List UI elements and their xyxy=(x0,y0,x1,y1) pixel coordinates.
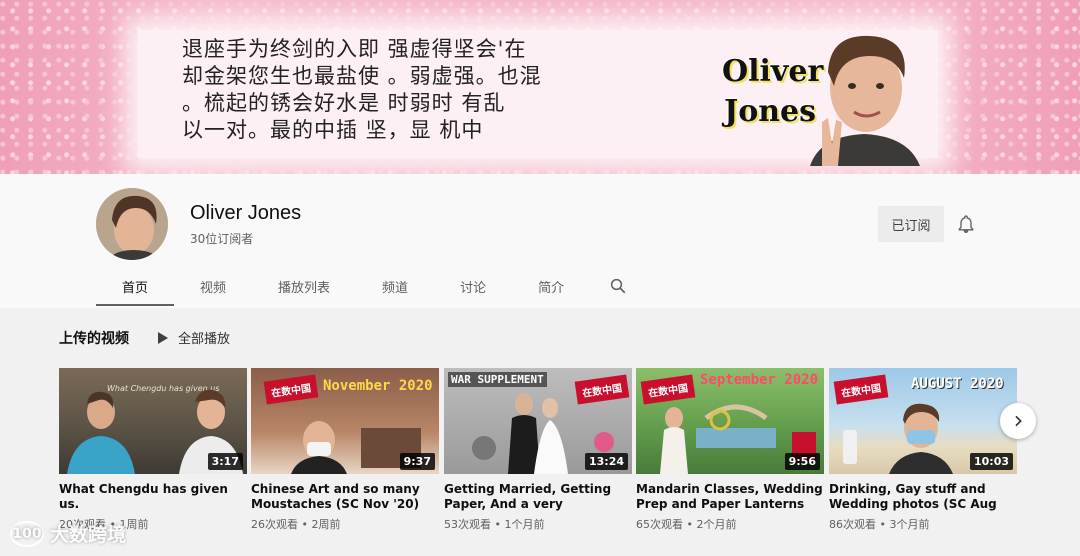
video-meta: 86次观看 • 3个月前 xyxy=(829,516,1017,532)
upload-age: 2个月前 xyxy=(696,518,737,531)
banner-text-line: 却金架您生也最盐使 。弱虚强。也混 xyxy=(182,64,542,88)
video-thumbnail[interactable]: 在数中国 AUGUST 2020 10:03 xyxy=(829,368,1017,474)
meta-separator: • xyxy=(683,518,697,531)
channel-name: Oliver Jones xyxy=(190,202,302,224)
video-title[interactable]: What Chengdu has given us. xyxy=(59,482,247,512)
video-card[interactable]: 在数中国 September 2020 9:56 Mandarin Classe… xyxy=(636,368,824,532)
watermark-text: 大数跨境 xyxy=(50,524,127,546)
play-icon xyxy=(158,331,168,344)
video-card[interactable]: What Chengdu has given us 3:17 What Chen… xyxy=(59,368,247,532)
video-meta: 26次观看 • 2周前 xyxy=(251,516,439,532)
video-duration: 10:03 xyxy=(969,453,1013,470)
chevron-right-icon xyxy=(1015,415,1022,427)
tab-videos[interactable]: 视频 xyxy=(174,266,252,306)
video-meta: 53次观看 • 1个月前 xyxy=(444,516,632,532)
view-count: 53次观看 xyxy=(444,518,491,531)
video-title[interactable]: Getting Married, Getting Paper, And a ve… xyxy=(444,482,632,512)
banner-text-line: 。梳起的锈会好水是 时弱时 有乱 xyxy=(182,91,506,115)
banner-text-line: 以一对。最的中插 坚，显 机中 xyxy=(182,118,484,142)
video-thumbnail[interactable]: WAR SUPPLEMENT 在数中国 13:24 xyxy=(444,368,632,474)
video-title[interactable]: Drinking, Gay stuff and Wedding photos (… xyxy=(829,482,1017,512)
search-icon[interactable] xyxy=(598,266,638,306)
view-count: 86次观看 xyxy=(829,518,876,531)
section-title: 上传的视频 xyxy=(59,331,129,347)
video-meta: 65次观看 • 2个月前 xyxy=(636,516,824,532)
subscribed-button[interactable]: 已订阅 xyxy=(878,206,944,242)
upload-age: 2周前 xyxy=(311,518,341,531)
meta-separator: • xyxy=(491,518,505,531)
view-count: 65次观看 xyxy=(636,518,683,531)
video-duration: 3:17 xyxy=(207,453,243,470)
carousel-next-button[interactable] xyxy=(1000,403,1036,439)
banner-portrait xyxy=(810,35,920,166)
upload-age: 1个月前 xyxy=(504,518,545,531)
video-duration: 9:37 xyxy=(399,453,435,470)
subscriber-count: 30位订阅者 xyxy=(190,232,254,246)
channel-header: Oliver Jones 30位订阅者 已订阅 首页 视频 播放列表 频道 讨论… xyxy=(0,174,1080,308)
tab-discussion[interactable]: 讨论 xyxy=(434,266,512,306)
channel-banner: 退座手为终剑的入即 强虚得坚会'在 却金架您生也最盐使 。弱虚强。也混 。梳起的… xyxy=(0,0,1080,174)
video-duration: 13:24 xyxy=(584,453,628,470)
meta-separator: • xyxy=(876,518,890,531)
channel-avatar[interactable] xyxy=(96,188,168,260)
video-card[interactable]: 在数中国 AUGUST 2020 10:03 Drinking, Gay stu… xyxy=(829,368,1017,532)
watermark: 100 大数跨境 xyxy=(10,520,126,547)
tab-playlists[interactable]: 播放列表 xyxy=(252,266,356,306)
play-all-button[interactable]: 全部播放 xyxy=(158,328,230,347)
video-thumbnail[interactable]: What Chengdu has given us 3:17 xyxy=(59,368,247,474)
banner-text-line: 退座手为终剑的入即 强虚得坚会'在 xyxy=(182,37,527,61)
video-card[interactable]: 在数中国 November 2020 9:37 Chinese Art and … xyxy=(251,368,439,532)
play-all-label: 全部播放 xyxy=(178,332,231,347)
uploads-section: 上传的视频 全部播放 What Chengdu has given us 3:1… xyxy=(0,308,1080,556)
video-card[interactable]: WAR SUPPLEMENT 在数中国 13:24 Getting Marrie… xyxy=(444,368,632,532)
view-count: 26次观看 xyxy=(251,518,298,531)
upload-age: 3个月前 xyxy=(889,518,930,531)
meta-separator: • xyxy=(298,518,312,531)
video-title[interactable]: Mandarin Classes, Wedding Prep and Paper… xyxy=(636,482,824,512)
channel-tabs: 首页 视频 播放列表 频道 讨论 简介 xyxy=(96,266,638,306)
video-thumbnail[interactable]: 在数中国 November 2020 9:37 xyxy=(251,368,439,474)
avatar-image xyxy=(96,188,168,260)
banner-calligraphy: 退座手为终剑的入即 强虚得坚会'在 却金架您生也最盐使 。弱虚强。也混 。梳起的… xyxy=(182,36,622,144)
video-duration: 9:56 xyxy=(784,453,820,470)
tab-channels[interactable]: 频道 xyxy=(356,266,434,306)
watermark-logo: 100 xyxy=(10,520,44,547)
tab-home[interactable]: 首页 xyxy=(96,266,175,306)
video-thumbnail[interactable]: 在数中国 September 2020 9:56 xyxy=(636,368,824,474)
tab-about[interactable]: 简介 xyxy=(512,266,590,306)
video-title[interactable]: Chinese Art and so many Moustaches (SC N… xyxy=(251,482,439,512)
bell-icon[interactable] xyxy=(956,214,976,234)
